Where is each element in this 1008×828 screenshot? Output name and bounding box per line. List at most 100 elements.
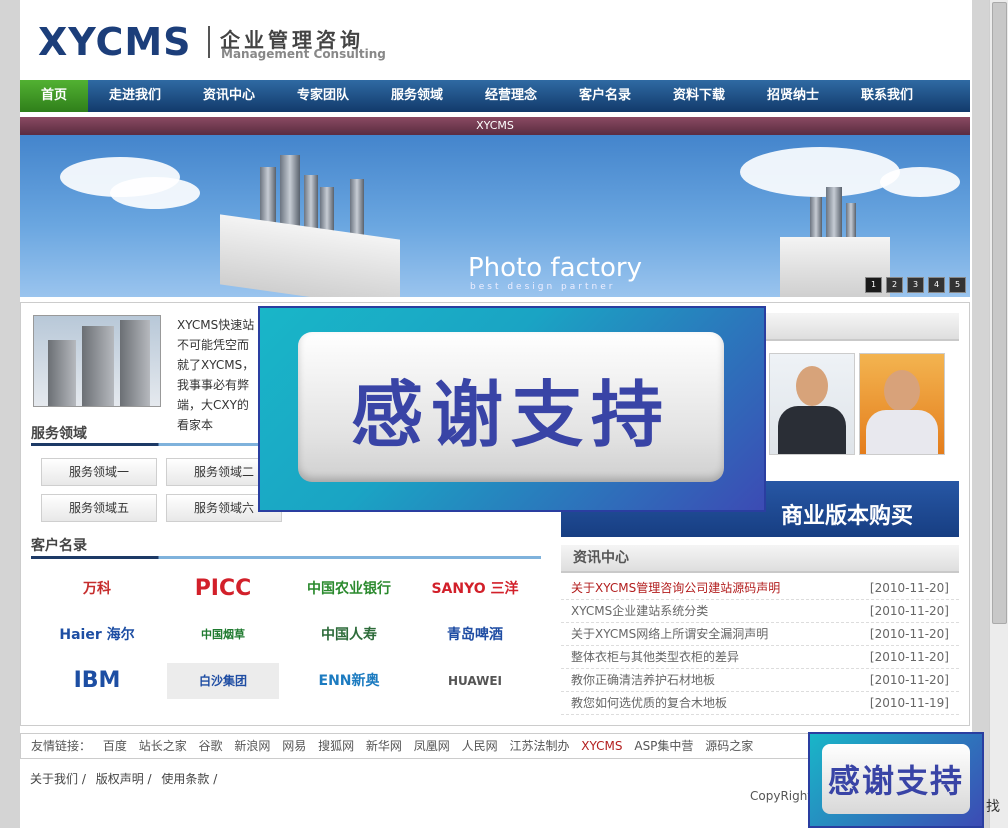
client-logo-sanyo[interactable]: SANYO 三洋 [419,571,531,607]
nav-services[interactable]: 服务领域 [370,80,464,112]
suit-shape [778,406,846,454]
service-button-5[interactable]: 服务领域五 [41,494,157,522]
clients-title-underline [31,556,541,559]
news-row[interactable]: 关于XYCMS管理咨询公司建站源码声明 [2010-11-20] [561,577,959,600]
nav-clients[interactable]: 客户名录 [558,80,652,112]
intro-text: XYCMS快速站不可能凭空而就了XYCMS，我事事必有弊端，大CXY的看家本 [177,318,255,432]
client-logo-vanke[interactable]: 万科 [41,571,153,607]
service-button-1[interactable]: 服务领域一 [41,458,157,486]
thanks-floating-ad-panel: 感谢支持 [822,744,970,814]
friend-link[interactable]: 网易 [282,739,306,753]
friend-link[interactable]: 凤凰网 [414,739,450,753]
slide-button-5[interactable]: 5 [949,277,966,293]
logo-separator [208,26,210,58]
nav-careers[interactable]: 招贤纳士 [746,80,840,112]
scrollbar-thumb[interactable] [992,2,1007,624]
client-logo-tsingtao[interactable]: 青岛啤酒 [419,617,531,653]
thanks-popup[interactable]: 感谢支持 [258,306,766,512]
logo-english-tagline: Management Consulting [221,47,386,61]
cloud-shape [110,177,200,209]
banner-photo-title: Photo factory [468,253,642,283]
vertical-scrollbar[interactable] [989,0,1008,828]
nav-home[interactable]: 首页 [20,80,88,112]
client-logo-china-tobacco[interactable]: 中国烟草 [167,617,279,653]
client-logo-picc[interactable]: PICC [167,571,279,607]
floating-ad-close-text[interactable]: 找 [986,796,1000,816]
news-title-link[interactable]: 关于XYCMS网络上所谓安全漏洞声明 [571,623,768,645]
building-shape [120,320,150,406]
news-row[interactable]: 关于XYCMS网络上所谓安全漏洞声明 [2010-11-20] [561,623,959,646]
friend-link[interactable]: XYCMS [581,739,622,753]
news-title: 资讯中心 [561,545,959,573]
nav-philosophy[interactable]: 经营理念 [464,80,558,112]
nav-about[interactable]: 走进我们 [88,80,182,112]
thanks-floating-ad[interactable]: 感谢支持 [808,732,984,828]
news-title-link[interactable]: 教您如何选优质的复合木地板 [571,692,727,714]
header: XYCMS 企业管理咨询 Management Consulting [20,0,972,80]
slide-button-3[interactable]: 3 [907,277,924,293]
main-nav: 首页 走进我们 资讯中心 专家团队 服务领域 经营理念 客户名录 资料下载 招贤… [20,80,970,112]
friend-link[interactable]: ASP集中营 [634,739,693,753]
client-logo-huawei[interactable]: HUAWEI [419,663,531,699]
client-logo-china-life[interactable]: 中国人寿 [293,617,405,653]
nav-news[interactable]: 资讯中心 [182,80,276,112]
intro-image[interactable] [33,315,161,407]
news-date: [2010-11-20] [869,627,949,641]
building-shape [82,326,114,406]
client-logo-baisha[interactable]: 白沙集团 [167,663,279,699]
news-row[interactable]: 教您如何选优质的复合木地板 [2010-11-19] [561,692,959,715]
slide-button-2[interactable]: 2 [886,277,903,293]
cloud-shape [740,147,900,197]
face-shape [884,370,920,412]
news-date: [2010-11-20] [869,650,949,664]
news-list: 关于XYCMS管理咨询公司建站源码声明 [2010-11-20] XYCMS企业建… [561,577,959,715]
cloud-shape [880,167,960,197]
friend-link[interactable]: 百度 [103,739,127,753]
footer-link-copyright[interactable]: 版权声明 / [96,772,152,786]
friend-link[interactable]: 新华网 [366,739,402,753]
nav-contact[interactable]: 联系我们 [840,80,934,112]
news-title-link[interactable]: 关于XYCMS管理咨询公司建站源码声明 [571,577,780,599]
news-title-link[interactable]: 教你正确清洁养护石材地板 [571,669,715,691]
friend-link[interactable]: 搜狐网 [318,739,354,753]
friend-link[interactable]: 江苏法制办 [509,739,569,753]
friend-link[interactable]: 人民网 [462,739,498,753]
news-row[interactable]: 整体衣柜与其他类型衣柜的差异 [2010-11-20] [561,646,959,669]
news-date: [2010-11-20] [869,604,949,618]
face-shape [796,366,828,406]
news-date: [2010-11-20] [869,673,949,687]
site-logo[interactable]: XYCMS [38,20,192,64]
thanks-popup-panel: 感谢支持 [298,332,724,482]
news-title-link[interactable]: XYCMS企业建站系统分类 [571,600,708,622]
news-date: [2010-11-20] [869,581,949,595]
footer-link-terms[interactable]: 使用条款 / [161,772,217,786]
friend-link[interactable]: 源码之家 [705,739,753,753]
client-logo-enn[interactable]: ENN新奥 [293,663,405,699]
footer-link-about[interactable]: 关于我们 / [30,772,86,786]
slide-button-1[interactable]: 1 [865,277,882,293]
expert-avatar[interactable] [769,353,855,455]
thanks-popup-text: 感谢支持 [350,373,671,457]
client-logo-abc[interactable]: 中国农业银行 [293,571,405,607]
nav-team[interactable]: 专家团队 [276,80,370,112]
news-row[interactable]: XYCMS企业建站系统分类 [2010-11-20] [561,600,959,623]
news-date: [2010-11-19] [869,696,949,710]
friend-links-label: 友情链接： [31,739,92,753]
platform-shape [220,214,400,297]
slide-button-4[interactable]: 4 [928,277,945,293]
thanks-floating-ad-text: 感谢支持 [827,762,964,800]
client-logo-haier[interactable]: Haier 海尔 [41,617,153,653]
news-row[interactable]: 教你正确清洁养护石材地板 [2010-11-20] [561,669,959,692]
client-logo-ibm[interactable]: IBM [41,663,153,699]
clients-title: 客户名录 [31,538,87,554]
banner-caption: XYCMS [20,117,970,135]
footer-nav: 关于我们 / 版权声明 / 使用条款 / [30,770,223,787]
friend-link[interactable]: 站长之家 [139,739,187,753]
hero-banner[interactable]: XYCMS Photo factory best design partner … [20,117,970,297]
friend-link[interactable]: 谷歌 [199,739,223,753]
nav-downloads[interactable]: 资料下载 [652,80,746,112]
expert-avatar[interactable] [859,353,945,455]
news-title-link[interactable]: 整体衣柜与其他类型衣柜的差异 [571,646,739,668]
friend-link[interactable]: 新浪网 [234,739,270,753]
services-title: 服务领域 [31,426,87,442]
